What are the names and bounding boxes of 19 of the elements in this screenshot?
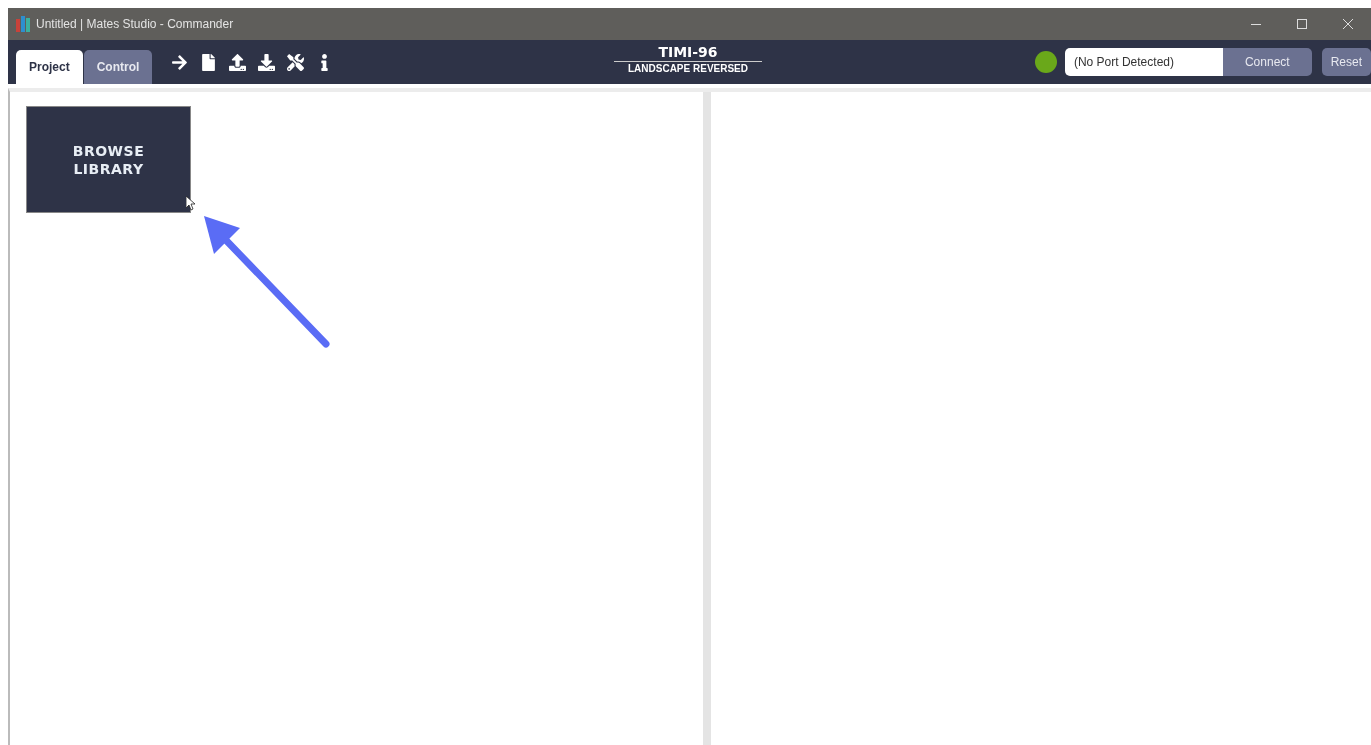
download-icon[interactable] [258, 53, 276, 71]
status-dot [1034, 51, 1057, 73]
close-icon [1343, 19, 1353, 29]
app-logo-icon [16, 16, 30, 32]
device-orientation: LANDSCAPE REVERSED [628, 62, 748, 76]
reset-button[interactable]: Reset [1321, 48, 1371, 76]
connect-button[interactable]: Connect [1222, 48, 1312, 76]
maximize-icon [1297, 19, 1307, 29]
port-field[interactable]: (No Port Detected) [1064, 48, 1223, 76]
device-name: TIMI-96 [614, 44, 762, 62]
tab[interactable]: Project [16, 50, 83, 84]
window-title: Untitled | Mates Studio - Commander [36, 17, 234, 31]
tools-icon[interactable] [287, 53, 305, 71]
file-icon[interactable] [200, 53, 218, 71]
arrow-right-icon[interactable] [171, 53, 189, 71]
mouse-cursor-icon [186, 196, 196, 211]
browse-library-tile[interactable]: BROWSE LIBRARY [26, 106, 191, 213]
tab[interactable]: Control [83, 50, 153, 84]
upload-icon[interactable] [229, 53, 247, 71]
